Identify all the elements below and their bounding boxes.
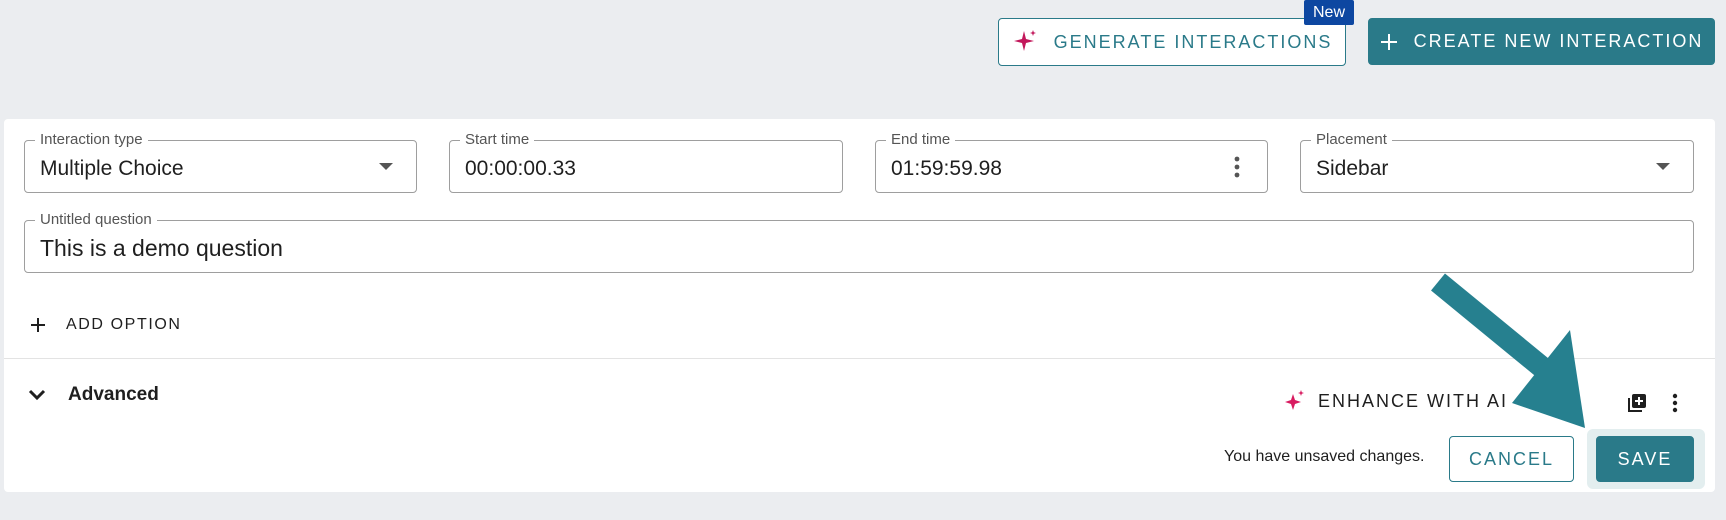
chevron-down-icon: [28, 389, 46, 401]
placement-value: Sidebar: [1316, 157, 1389, 180]
placement-select[interactable]: Placement Sidebar: [1300, 131, 1694, 193]
end-time-label: End time: [886, 131, 956, 149]
placement-label: Placement: [1311, 131, 1392, 149]
sparkle-icon: [1012, 29, 1038, 55]
generate-interactions-button[interactable]: GENERATE INTERACTIONS: [998, 18, 1346, 66]
interaction-type-value: Multiple Choice: [40, 157, 184, 180]
save-button[interactable]: SAVE: [1596, 436, 1694, 482]
interaction-type-label: Interaction type: [35, 131, 148, 149]
start-time-value: 00:00:00.33: [465, 157, 576, 180]
cancel-button[interactable]: CANCEL: [1449, 436, 1574, 482]
question-input[interactable]: Untitled question This is a demo questio…: [24, 211, 1694, 273]
add-option-button[interactable]: ADD OPTION: [30, 316, 182, 334]
start-time-label: Start time: [460, 131, 535, 149]
page: GENERATE INTERACTIONS New CREATE NEW INT…: [0, 0, 1726, 520]
question-value: This is a demo question: [40, 235, 283, 261]
enhance-with-ai-label: ENHANCE WITH AI: [1318, 390, 1509, 411]
advanced-label: Advanced: [68, 384, 159, 405]
dropdown-arrow-icon: [374, 155, 398, 179]
divider: [4, 358, 1715, 359]
create-new-interaction-label: CREATE NEW INTERACTION: [1413, 31, 1704, 51]
question-label: Untitled question: [35, 211, 157, 229]
enhance-with-ai-button[interactable]: ENHANCE WITH AI: [1284, 390, 1508, 412]
unsaved-changes-text: You have unsaved changes.: [1224, 448, 1425, 465]
end-time-value: 01:59:59.98: [891, 157, 1002, 180]
create-new-interaction-button[interactable]: CREATE NEW INTERACTION: [1368, 18, 1715, 65]
add-option-label: ADD OPTION: [66, 316, 182, 333]
duplicate-icon[interactable]: [1622, 388, 1652, 418]
more-vertical-icon[interactable]: [1225, 155, 1249, 179]
end-time-field[interactable]: End time 01:59:59.98: [875, 131, 1268, 193]
interaction-type-select[interactable]: Interaction type Multiple Choice: [24, 131, 417, 193]
start-time-field[interactable]: Start time 00:00:00.33: [449, 131, 843, 193]
plus-icon: [1380, 33, 1398, 51]
generate-interactions-label: GENERATE INTERACTIONS: [1053, 31, 1333, 52]
sparkle-icon: [1284, 390, 1306, 412]
dropdown-arrow-icon: [1651, 155, 1675, 179]
plus-icon: [30, 317, 46, 333]
advanced-toggle[interactable]: Advanced: [28, 384, 159, 406]
more-vertical-icon[interactable]: [1660, 388, 1690, 418]
new-badge: New: [1304, 0, 1354, 25]
